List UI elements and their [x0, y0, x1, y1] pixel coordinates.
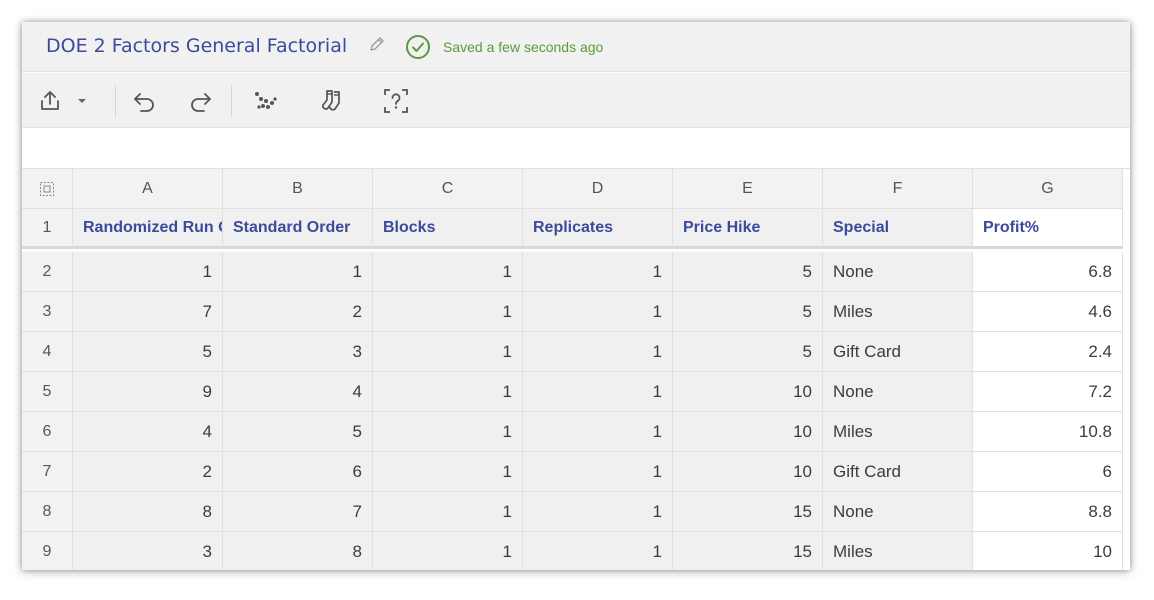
table-cell[interactable]: 1 — [373, 292, 523, 332]
column-name-cell[interactable]: Special — [823, 209, 973, 249]
column-header[interactable]: D — [523, 169, 673, 209]
table-cell[interactable]: 5 — [673, 332, 823, 372]
table-cell[interactable]: 1 — [523, 532, 673, 570]
column-header[interactable]: B — [223, 169, 373, 209]
column-name-cell[interactable]: Blocks — [373, 209, 523, 249]
share-icon[interactable] — [35, 86, 65, 116]
table-cell[interactable]: 2.4 — [973, 332, 1123, 372]
table-cell[interactable]: 3 — [73, 532, 223, 570]
table-cell[interactable]: 8 — [73, 492, 223, 532]
table-cell[interactable]: 15 — [673, 532, 823, 570]
check-circle-icon — [405, 34, 431, 60]
row-number[interactable]: 5 — [22, 372, 73, 412]
column-header[interactable]: E — [673, 169, 823, 209]
table-cell[interactable]: 1 — [373, 412, 523, 452]
toolbar-divider — [115, 85, 116, 117]
column-header[interactable]: A — [73, 169, 223, 209]
table-cell[interactable]: 1 — [73, 252, 223, 292]
table-cell[interactable]: 15 — [673, 492, 823, 532]
table-cell[interactable]: 4.6 — [973, 292, 1123, 332]
table-cell[interactable]: 4 — [73, 412, 223, 452]
table-cell[interactable]: 5 — [223, 412, 373, 452]
column-name-cell[interactable]: Standard Order — [223, 209, 373, 249]
table-cell[interactable]: 1 — [373, 372, 523, 412]
table-cell[interactable]: 8.8 — [973, 492, 1123, 532]
table-cell[interactable]: 1 — [523, 332, 673, 372]
row-number[interactable]: 3 — [22, 292, 73, 332]
table-cell[interactable]: 1 — [373, 532, 523, 570]
table-cell[interactable]: 10 — [673, 412, 823, 452]
toolbar — [22, 73, 1130, 128]
table-cell[interactable]: 9 — [73, 372, 223, 412]
table-cell[interactable]: 8 — [223, 532, 373, 570]
title-bar: DOE 2 Factors General Factorial Saved a … — [22, 22, 1130, 72]
undo-icon[interactable] — [130, 86, 160, 116]
table-cell[interactable]: Miles — [823, 412, 973, 452]
row-number[interactable]: 6 — [22, 412, 73, 452]
table-cell[interactable]: 10 — [673, 452, 823, 492]
table-cell[interactable]: 10 — [673, 372, 823, 412]
table-cell[interactable]: 1 — [373, 492, 523, 532]
table-cell[interactable]: 7.2 — [973, 372, 1123, 412]
table-cell[interactable]: None — [823, 492, 973, 532]
toolbar-divider — [231, 85, 232, 117]
table-cell[interactable]: 1 — [523, 492, 673, 532]
redo-icon[interactable] — [185, 86, 215, 116]
row-number[interactable]: 7 — [22, 452, 73, 492]
table-cell[interactable]: 6.8 — [973, 252, 1123, 292]
column-header[interactable]: F — [823, 169, 973, 209]
table-cell[interactable]: 1 — [523, 372, 673, 412]
table-cell[interactable]: 1 — [373, 332, 523, 372]
select-all-corner[interactable] — [22, 169, 73, 209]
table-cell[interactable]: 2 — [223, 292, 373, 332]
table-cell[interactable]: 4 — [223, 372, 373, 412]
table-cell[interactable]: 1 — [223, 252, 373, 292]
table-cell[interactable]: 1 — [523, 452, 673, 492]
table-cell[interactable]: 5 — [673, 292, 823, 332]
row-number[interactable]: 1 — [22, 209, 73, 249]
table-cell[interactable]: Gift Card — [823, 452, 973, 492]
table-cell[interactable]: 10.8 — [973, 412, 1123, 452]
table-cell[interactable]: 1 — [523, 292, 673, 332]
table-cell[interactable]: 1 — [523, 412, 673, 452]
column-header[interactable]: G — [973, 169, 1123, 209]
dropdown-caret-icon[interactable] — [70, 86, 94, 116]
table-cell[interactable]: Miles — [823, 292, 973, 332]
column-name-cell[interactable]: Randomized Run Order — [73, 209, 223, 249]
app-window: DOE 2 Factors General Factorial Saved a … — [22, 22, 1130, 570]
table-cell[interactable]: 2 — [73, 452, 223, 492]
table-cell[interactable]: 6 — [973, 452, 1123, 492]
table-cell[interactable]: 6 — [223, 452, 373, 492]
column-name-cell[interactable]: Price Hike — [673, 209, 823, 249]
table-cell[interactable]: Gift Card — [823, 332, 973, 372]
row-number[interactable]: 2 — [22, 252, 73, 292]
socks-icon[interactable] — [317, 86, 347, 116]
table-cell[interactable]: 10 — [973, 532, 1123, 570]
column-header[interactable]: C — [373, 169, 523, 209]
table-cell[interactable]: 1 — [523, 252, 673, 292]
table-cell[interactable]: 7 — [73, 292, 223, 332]
pencil-icon[interactable] — [368, 35, 386, 53]
row-number[interactable]: 4 — [22, 332, 73, 372]
help-icon[interactable] — [381, 86, 411, 116]
formula-bar[interactable] — [22, 128, 1130, 169]
table-cell[interactable]: 5 — [673, 252, 823, 292]
table-cell[interactable]: 1 — [373, 252, 523, 292]
column-name-cell[interactable]: Replicates — [523, 209, 673, 249]
scatter-icon[interactable] — [251, 86, 281, 116]
row-number[interactable]: 9 — [22, 532, 73, 570]
select-all-icon — [40, 181, 54, 196]
table-cell[interactable]: 5 — [73, 332, 223, 372]
saved-status: Saved a few seconds ago — [443, 39, 604, 55]
table-cell[interactable]: None — [823, 372, 973, 412]
row-number[interactable]: 8 — [22, 492, 73, 532]
table-cell[interactable]: Miles — [823, 532, 973, 570]
table-cell[interactable]: 7 — [223, 492, 373, 532]
table-cell[interactable]: None — [823, 252, 973, 292]
table-cell[interactable]: 1 — [373, 452, 523, 492]
table-cell[interactable]: 3 — [223, 332, 373, 372]
document-title[interactable]: DOE 2 Factors General Factorial — [46, 35, 347, 57]
column-name-cell[interactable]: Profit% — [973, 209, 1123, 249]
